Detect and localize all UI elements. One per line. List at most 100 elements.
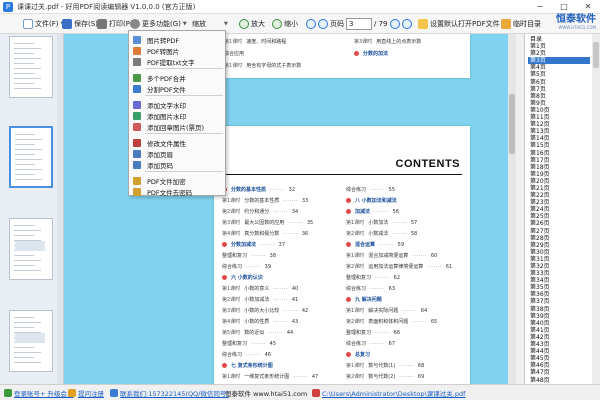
page-list-item[interactable]: 第9页 bbox=[528, 100, 590, 107]
page-list-item[interactable]: 第17页 bbox=[528, 157, 590, 164]
toc-entry[interactable]: 第1课时 一维复式条形统计图 ······· 47 bbox=[222, 373, 318, 381]
page-list-scroll-thumb[interactable] bbox=[593, 42, 599, 68]
print-button[interactable]: 打印(P) bbox=[97, 17, 133, 31]
document-scrollbar[interactable] bbox=[508, 34, 516, 384]
page-list-item[interactable]: 第37页 bbox=[528, 298, 590, 305]
toc-entry[interactable]: 综合练习 ······· 63 bbox=[346, 285, 395, 293]
toc-entry[interactable]: 第3课时 用直线上的点表示数 bbox=[354, 38, 421, 45]
page-list-item[interactable]: 第26页 bbox=[528, 220, 590, 227]
toc-entry[interactable]: 综合应用 bbox=[224, 50, 244, 57]
toc-entry[interactable]: 第1课时 用含有字母的式子表示数 bbox=[224, 62, 301, 69]
toc-entry[interactable]: 分数的加法 bbox=[354, 50, 388, 57]
toc-entry[interactable]: 第1课时 小数的意义 ······· 40 bbox=[222, 285, 298, 293]
menu-item[interactable]: 分割PDF文件 bbox=[129, 83, 225, 94]
toc-entry[interactable]: 综合练习 ······· 46 bbox=[222, 351, 271, 359]
toc-entry[interactable]: 综合练习 ······· 39 bbox=[222, 263, 271, 271]
toc-entry[interactable]: 第5课时 数的近似 ······· 44 bbox=[222, 329, 293, 337]
temp-directory-button[interactable]: 临时目录 bbox=[501, 17, 541, 31]
thumbnail-scrollbar[interactable] bbox=[57, 34, 63, 384]
toc-entry[interactable]: 第1课时 解决实际问题 ······· 64 bbox=[346, 307, 427, 315]
maximize-button[interactable]: □ bbox=[552, 0, 576, 14]
toc-entry[interactable]: 分数的基本性质 ······· 32 bbox=[222, 186, 295, 193]
next-page-icon[interactable] bbox=[318, 19, 328, 29]
toc-entry[interactable]: 第2课时 运用加法运算律简便运算 ······· 61 bbox=[346, 263, 452, 271]
page-list-item[interactable]: 第27页 bbox=[528, 228, 590, 235]
toc-entry[interactable]: 第2课时 数与代数(2) ······· 69 bbox=[346, 373, 424, 381]
page-list-item[interactable]: 第10页 bbox=[528, 107, 590, 114]
register-link[interactable]: 提问注册 bbox=[68, 388, 104, 398]
file-menu-button[interactable]: 文件(F) ▼ bbox=[23, 17, 64, 31]
previous-page-icon[interactable] bbox=[306, 19, 316, 29]
page-list-item[interactable]: 第5页 bbox=[528, 71, 590, 78]
menu-item[interactable]: PDF提取txt文字 bbox=[129, 56, 225, 67]
menu-item[interactable]: 修改文件属性 bbox=[129, 137, 225, 148]
file-path-link[interactable]: C:\Users\Administrator\Desktop\课课过关.pdf bbox=[312, 388, 465, 398]
minimize-button[interactable]: − bbox=[528, 0, 552, 14]
zoom-in-button[interactable]: 放大 bbox=[239, 17, 265, 31]
toc-entry[interactable]: 整理和复习 ······· 66 bbox=[346, 329, 400, 337]
page-list-item[interactable]: 第40页 bbox=[528, 320, 590, 327]
toc-entry[interactable]: 第1课时 小数加法 ······· 57 bbox=[346, 219, 417, 227]
zoom-mode-select[interactable]: 缩放 ▼ bbox=[192, 17, 228, 31]
page-list-item[interactable]: 第30页 bbox=[528, 249, 590, 256]
toc-entry[interactable]: 六 小数的认识 bbox=[222, 274, 263, 281]
close-button[interactable]: ✕ bbox=[576, 0, 600, 14]
menu-item[interactable]: 添加回章图片(票页) bbox=[129, 121, 225, 132]
page-list-scrollbar[interactable] bbox=[592, 34, 600, 384]
toc-entry[interactable]: 第1课时 速度、时间和路程 bbox=[224, 38, 286, 45]
page-list-item[interactable]: 第20页 bbox=[528, 178, 590, 185]
toc-entry[interactable]: 第1课时 分数的基本性质 ······· 33 bbox=[222, 197, 308, 205]
toc-entry[interactable]: 整理和复习 ······· 62 bbox=[346, 274, 400, 282]
page-list-item[interactable]: 第7页 bbox=[528, 86, 590, 93]
toc-entry[interactable]: 第1课时 混合加减简便运算 ······· 60 bbox=[346, 252, 437, 260]
page-list-item[interactable]: 第38页 bbox=[528, 306, 590, 313]
more-functions-button[interactable]: 更多功能(G) ▼ bbox=[130, 17, 187, 31]
toc-entry[interactable]: 八 小数加法和减法 bbox=[346, 197, 397, 204]
toc-entry[interactable]: 总复习 bbox=[346, 351, 370, 358]
toc-entry[interactable]: 整理和复习 ······· 45 bbox=[222, 340, 276, 348]
set-default-pdf-button[interactable]: 设置默认打开PDF文件 bbox=[418, 17, 500, 31]
page-thumbnail[interactable] bbox=[9, 218, 53, 280]
page-list-item[interactable]: 第29页 bbox=[528, 242, 590, 249]
page-list-item[interactable]: 第39页 bbox=[528, 313, 590, 320]
page-list-item[interactable]: 第48页 bbox=[528, 377, 590, 384]
zoom-out-button[interactable]: 缩小 bbox=[272, 17, 298, 31]
menu-item[interactable]: 添加文字水印 bbox=[129, 99, 225, 110]
toc-entry[interactable]: 第2课时 约分和通分 ······· 34 bbox=[222, 208, 298, 216]
toc-entry[interactable]: 第3课时 最大公因数的应用 ······· 35 bbox=[222, 219, 313, 227]
page-list-item[interactable]: 第8页 bbox=[528, 93, 590, 100]
menu-item[interactable]: 添加页码 bbox=[129, 159, 225, 170]
toc-entry[interactable]: 第1课时 数与代数(1) ······· 68 bbox=[346, 362, 424, 370]
toc-entry[interactable]: 第3课时 小数的大小比较 ······· 42 bbox=[222, 307, 308, 315]
last-page-icon[interactable] bbox=[389, 19, 400, 29]
toc-entry[interactable]: 整理和复习 ······· 38 bbox=[222, 252, 276, 260]
page-list-item[interactable]: 第21页 bbox=[528, 185, 590, 192]
toc-entry[interactable]: 第4课时 真分数和假分数 ······· 36 bbox=[222, 230, 308, 238]
page-list-item[interactable]: 第31页 bbox=[528, 256, 590, 263]
toc-entry[interactable]: 九 解决问题 bbox=[346, 296, 382, 303]
menu-item[interactable]: 添加页眉 bbox=[129, 148, 225, 159]
toc-entry[interactable]: 第2课时 表面积和体积问题 ······· 65 bbox=[346, 318, 437, 326]
toc-entry[interactable]: 加减法 ······· 56 bbox=[346, 208, 399, 215]
page-list-item[interactable]: 第41页 bbox=[528, 327, 590, 334]
toc-entry[interactable]: 第4课时 小数的性质 ······· 43 bbox=[222, 318, 298, 326]
page-number-input[interactable]: 3 bbox=[346, 18, 372, 30]
page-list-item[interactable]: 第47页 bbox=[528, 369, 590, 376]
page-list-item[interactable]: 第42页 bbox=[528, 334, 590, 341]
page-thumbnail[interactable] bbox=[9, 36, 53, 98]
page-list-item[interactable]: 第6页 bbox=[528, 79, 590, 86]
menu-item[interactable]: PDF文件加密 bbox=[129, 175, 225, 186]
page-list-item[interactable]: 第16页 bbox=[528, 150, 590, 157]
page-thumbnail[interactable] bbox=[9, 310, 53, 372]
page-thumbnail[interactable] bbox=[9, 126, 53, 188]
toc-entry[interactable]: 分数加减法 ······· 37 bbox=[222, 241, 285, 248]
toc-entry[interactable]: 第2课时 小数加减法 ······· 41 bbox=[222, 296, 298, 304]
toc-entry[interactable]: 综合练习 ······· 55 bbox=[346, 186, 395, 194]
save-button[interactable]: 保存(S) bbox=[62, 17, 98, 31]
page-list-item[interactable]: 第19页 bbox=[528, 171, 590, 178]
page-list-item[interactable]: 第15页 bbox=[528, 142, 590, 149]
contact-link[interactable]: 联系我们:157322145(QQ/微信同号) bbox=[110, 388, 229, 398]
page-list-item[interactable]: 第28页 bbox=[528, 235, 590, 242]
toc-entry[interactable]: 混合运算 ······· 59 bbox=[346, 241, 404, 248]
page-list-item[interactable]: 第18页 bbox=[528, 164, 590, 171]
